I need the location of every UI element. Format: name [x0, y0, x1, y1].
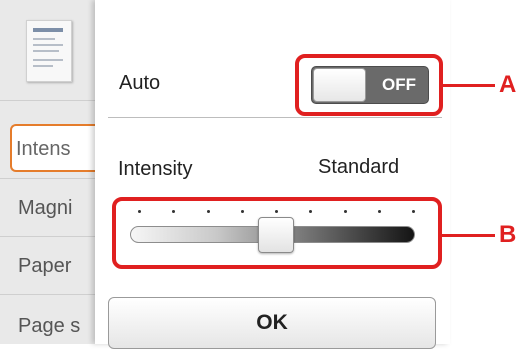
- callout-b-leader: [442, 234, 495, 237]
- sidebar-item-paper[interactable]: Paper: [0, 246, 95, 286]
- callout-a-frame: [295, 54, 443, 116]
- callout-b-letter: B: [499, 221, 517, 248]
- document-preview-icon: [26, 20, 72, 82]
- intensity-value: Standard: [318, 156, 400, 178]
- callout-a-letter: A: [499, 71, 517, 98]
- callout-a-leader: [443, 84, 495, 87]
- sidebar-item-magnification[interactable]: Magni: [0, 188, 95, 228]
- intensity-label: Intensity: [118, 158, 193, 180]
- callout-b-frame: [112, 197, 442, 269]
- sidebar-item-intensity[interactable]: Intens: [10, 124, 95, 172]
- divider: [108, 117, 442, 118]
- settings-sidebar: [0, 0, 95, 344]
- sidebar-item-page-size[interactable]: Page s: [0, 306, 95, 346]
- ok-button[interactable]: OK: [108, 297, 436, 349]
- auto-label: Auto: [119, 72, 161, 94]
